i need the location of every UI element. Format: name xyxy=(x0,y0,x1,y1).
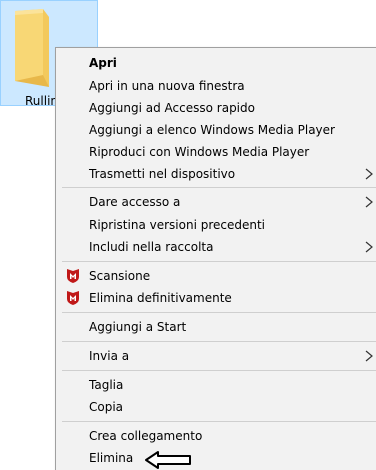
menu-item-label: Invia a xyxy=(89,349,130,363)
menu-item-label: Riproduci con Windows Media Player xyxy=(89,145,310,159)
menu-item-label: Includi nella raccolta xyxy=(89,240,214,254)
menu-item-label: Apri in una nuova finestra xyxy=(89,79,245,93)
menu-item-scan[interactable]: Scansione xyxy=(56,265,376,287)
menu-item-include-library[interactable]: Includi nella raccolta xyxy=(56,236,376,258)
menu-separator xyxy=(62,312,376,313)
mcafee-shield-icon xyxy=(67,269,79,283)
menu-item-label: Trasmetti nel dispositivo xyxy=(89,167,236,181)
menu-item-shred[interactable]: Elimina definitivamente xyxy=(56,287,376,309)
menu-item-add-wmp-list[interactable]: Aggiungi a elenco Windows Media Player xyxy=(56,119,376,141)
chevron-right-icon xyxy=(365,350,373,362)
menu-item-label: Aggiungi a Start xyxy=(89,320,187,334)
menu-item-pin-quick-access[interactable]: Aggiungi ad Accesso rapido xyxy=(56,97,376,119)
menu-item-give-access[interactable]: Dare accesso a xyxy=(56,191,376,213)
menu-item-pin-start[interactable]: Aggiungi a Start xyxy=(56,316,376,338)
menu-separator xyxy=(62,341,376,342)
menu-item-create-shortcut[interactable]: Crea collegamento xyxy=(56,425,376,447)
menu-item-label: Aggiungi ad Accesso rapido xyxy=(89,101,255,115)
folder-label: Rullini xyxy=(25,94,57,108)
menu-item-label: Elimina xyxy=(89,451,134,465)
chevron-right-icon xyxy=(365,168,373,180)
menu-item-restore-versions[interactable]: Ripristina versioni precedenti xyxy=(56,214,376,236)
menu-item-cut[interactable]: Taglia xyxy=(56,374,376,396)
menu-item-send-to[interactable]: Invia a xyxy=(56,345,376,367)
menu-item-label: Elimina definitivamente xyxy=(89,291,232,305)
menu-item-play-wmp[interactable]: Riproduci con Windows Media Player xyxy=(56,141,376,163)
menu-item-label: Scansione xyxy=(89,269,151,283)
menu-separator xyxy=(62,370,376,371)
menu-item-cast-to-device[interactable]: Trasmetti nel dispositivo xyxy=(56,163,376,185)
desktop: Rullini Apri Apri in una nuova finestra … xyxy=(0,0,376,470)
menu-item-label: Apri xyxy=(89,56,117,70)
menu-separator xyxy=(62,187,376,188)
chevron-right-icon xyxy=(365,241,373,253)
menu-item-copy[interactable]: Copia xyxy=(56,396,376,418)
menu-item-label: Aggiungi a elenco Windows Media Player xyxy=(89,123,335,137)
chevron-right-icon xyxy=(365,196,373,208)
menu-separator xyxy=(62,261,376,262)
menu-item-label: Dare accesso a xyxy=(89,195,181,209)
menu-item-label: Crea collegamento xyxy=(89,429,203,443)
context-menu: Apri Apri in una nuova finestra Aggiungi… xyxy=(55,47,376,470)
menu-item-label: Copia xyxy=(89,400,124,414)
arrow-left-icon xyxy=(145,451,191,469)
menu-item-open[interactable]: Apri xyxy=(56,52,376,74)
mcafee-shield-icon xyxy=(67,291,79,305)
menu-item-label: Taglia xyxy=(89,378,124,392)
menu-item-open-new-window[interactable]: Apri in una nuova finestra xyxy=(56,75,376,97)
menu-item-delete[interactable]: Elimina xyxy=(56,447,376,469)
menu-separator xyxy=(62,421,376,422)
menu-item-label: Ripristina versioni precedenti xyxy=(89,218,266,232)
